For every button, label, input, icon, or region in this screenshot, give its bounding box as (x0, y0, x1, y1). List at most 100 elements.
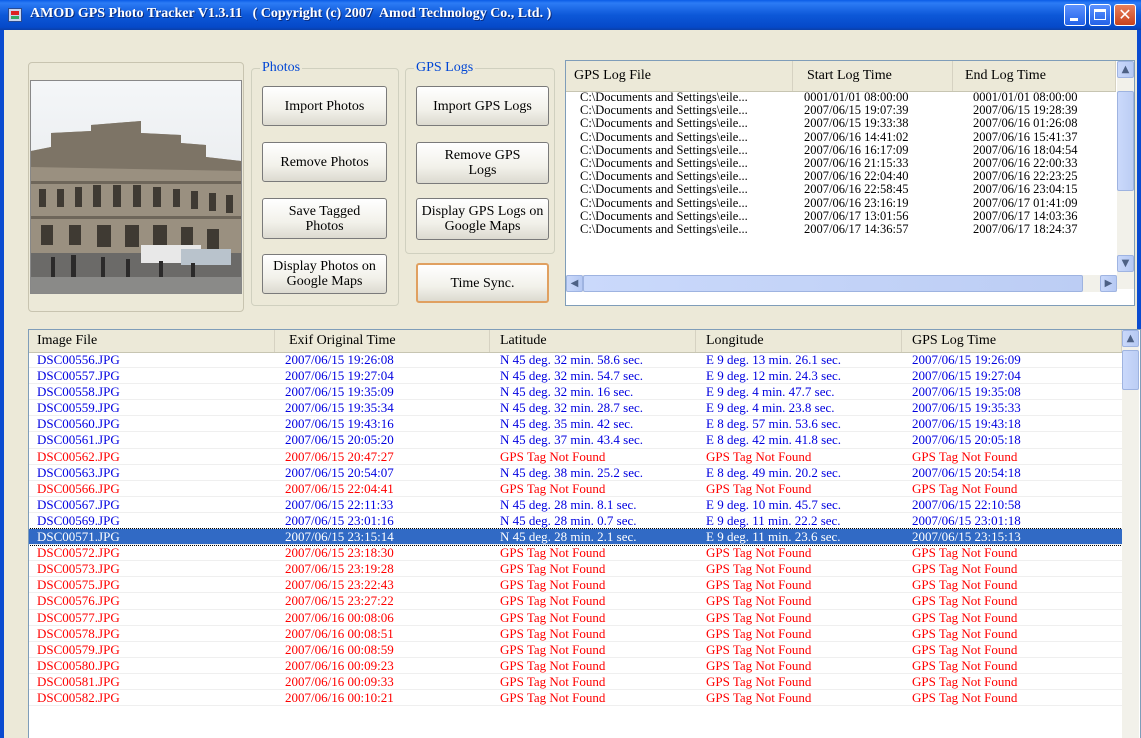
table-row[interactable]: DSC00558.JPG 2007/06/15 19:35:09 N 45 deg.… (29, 384, 1122, 401)
longitude-cell: E 8 deg. 49 min. 20.2 sec. (706, 464, 842, 480)
table-row[interactable]: DSC00579.JPG 2007/06/16 00:08:59 GPS Tag N… (29, 642, 1122, 658)
table-row[interactable]: DSC00559.JPG 2007/06/15 19:35:34 N 45 deg.… (29, 400, 1122, 417)
arrow-up-icon[interactable]: ▲ (1122, 330, 1139, 347)
gps-log-time-cell: GPS Tag Not Found (912, 577, 1018, 593)
table-row[interactable]: DSC00567.JPG 2007/06/15 22:11:33 N 45 deg.… (29, 497, 1122, 513)
gps-log-rows: C:\Documents and Settings\eile... 0001/01… (566, 91, 1116, 236)
gps-log-row[interactable]: C:\Documents and Settings\eile... 2007/06… (566, 223, 1116, 236)
gps-log-time-cell: 2007/06/15 20:54:18 (912, 464, 1021, 480)
display-gps-logs-google-maps-button[interactable]: Display GPS Logs on Google Maps (416, 198, 549, 240)
exif-time-cell: 2007/06/15 23:18:30 (285, 545, 394, 561)
gps-log-time-cell: GPS Tag Not Found (912, 657, 1018, 673)
table-row[interactable]: DSC00575.JPG 2007/06/15 23:22:43 GPS Tag N… (29, 577, 1122, 594)
title-bar[interactable]: AMOD GPS Photo Tracker V1.3.11 ( Copyrig… (0, 0, 1141, 30)
arrow-left-icon[interactable]: ◀ (566, 275, 583, 292)
exif-time-cell: 2007/06/16 00:08:59 (285, 641, 394, 657)
maximize-button[interactable] (1089, 4, 1111, 26)
gps-log-row[interactable]: C:\Documents and Settings\eile... 2007/06… (566, 117, 1116, 130)
gps-log-list[interactable]: GPS Log File Start Log Time End Log Time… (565, 60, 1135, 306)
gps-log-row[interactable]: C:\Documents and Settings\eile... 2007/06… (566, 131, 1116, 144)
table-row[interactable]: DSC00556.JPG 2007/06/15 19:26:08 N 45 deg.… (29, 352, 1122, 369)
remove-photos-button[interactable]: Remove Photos (262, 142, 387, 182)
gps-log-row[interactable]: C:\Documents and Settings\eile... 2007/06… (566, 210, 1116, 223)
start-log-time-cell: 2007/06/16 16:17:09 (804, 143, 909, 157)
close-button[interactable]: ✕ (1114, 4, 1136, 26)
column-header-gps-log-time[interactable]: GPS Log Time (902, 330, 1122, 352)
gps-log-row[interactable]: C:\Documents and Settings\eile... 2007/06… (566, 170, 1116, 183)
image-file-cell: DSC00558.JPG (37, 384, 120, 400)
import-gps-logs-button[interactable]: Import GPS Logs (416, 86, 549, 126)
image-list[interactable]: Image File Exif Original Time Latitude L… (28, 329, 1141, 738)
image-file-cell: DSC00559.JPG (37, 400, 120, 416)
column-header-image-file[interactable]: Image File (29, 330, 275, 352)
gps-log-row[interactable]: C:\Documents and Settings\eile... 0001/01… (566, 91, 1116, 104)
gps-log-row[interactable]: C:\Documents and Settings\eile... 2007/06… (566, 157, 1116, 170)
start-log-time-cell: 2007/06/16 21:15:33 (804, 156, 909, 170)
table-row[interactable]: DSC00563.JPG 2007/06/15 20:54:07 N 45 deg.… (29, 465, 1122, 481)
arrow-down-icon[interactable]: ▼ (1117, 255, 1134, 272)
minimize-button[interactable] (1064, 4, 1086, 26)
arrow-up-icon[interactable]: ▲ (1117, 61, 1134, 78)
gps-log-hscroll-thumb[interactable] (583, 275, 1083, 292)
end-log-time-cell: 2007/06/17 01:41:09 (973, 196, 1078, 210)
gps-log-scroll-thumb[interactable] (1117, 91, 1134, 191)
table-row-selected[interactable]: DSC00571.JPG 2007/06/15 23:15:14 N 45 deg.… (29, 528, 1123, 547)
import-photos-button[interactable]: Import Photos (262, 86, 387, 126)
table-row[interactable]: DSC00577.JPG 2007/06/16 00:08:06 GPS Tag N… (29, 610, 1122, 626)
photo-preview-image (31, 81, 241, 293)
minimize-icon (1070, 18, 1078, 21)
column-header-exif-original-time[interactable]: Exif Original Time (275, 330, 490, 352)
table-row[interactable]: DSC00562.JPG 2007/06/15 20:47:27 GPS Tag N… (29, 449, 1122, 465)
exif-time-cell: 2007/06/15 22:04:41 (285, 480, 394, 496)
gps-log-vertical-scrollbar[interactable]: ▲ ▼ (1117, 61, 1134, 289)
end-log-time-cell: 2007/06/16 22:23:25 (973, 170, 1078, 184)
image-file-cell: DSC00566.JPG (37, 480, 120, 496)
column-header-start-log-time[interactable]: Start Log Time (793, 61, 953, 91)
table-row[interactable]: DSC00578.JPG 2007/06/16 00:08:51 GPS Tag N… (29, 626, 1122, 642)
image-list-vertical-scrollbar[interactable]: ▲ (1122, 330, 1139, 738)
gps-log-row[interactable]: C:\Documents and Settings\eile... 2007/06… (566, 197, 1116, 210)
gps-log-file-cell: C:\Documents and Settings\eile... (580, 183, 748, 197)
table-row[interactable]: DSC00581.JPG 2007/06/16 00:09:33 GPS Tag N… (29, 674, 1122, 690)
time-sync-button[interactable]: Time Sync. (416, 263, 549, 303)
table-row[interactable]: DSC00576.JPG 2007/06/15 23:27:22 GPS Tag N… (29, 593, 1122, 610)
gps-log-file-cell: C:\Documents and Settings\eile... (580, 130, 748, 144)
longitude-cell: E 9 deg. 12 min. 24.3 sec. (706, 368, 842, 384)
app-icon[interactable] (8, 8, 22, 22)
longitude-cell: GPS Tag Not Found (706, 545, 812, 561)
latitude-cell: GPS Tag Not Found (500, 641, 606, 657)
table-row[interactable]: DSC00566.JPG 2007/06/15 22:04:41 GPS Tag N… (29, 481, 1122, 497)
image-rows: DSC00556.JPG 2007/06/15 19:26:08 N 45 deg.… (29, 352, 1123, 707)
exif-time-cell: 2007/06/16 00:08:51 (285, 625, 394, 641)
longitude-cell: GPS Tag Not Found (706, 561, 812, 577)
display-photos-google-maps-label: Display Photos on Google Maps (273, 259, 376, 289)
table-row[interactable]: DSC00582.JPG 2007/06/16 00:10:21 GPS Tag N… (29, 690, 1122, 707)
image-list-header: Image File Exif Original Time Latitude L… (29, 330, 1122, 353)
gps-log-row[interactable]: C:\Documents and Settings\eile... 2007/06… (566, 183, 1116, 196)
table-row[interactable]: DSC00569.JPG 2007/06/15 23:01:16 N 45 deg.… (29, 513, 1122, 530)
latitude-cell: GPS Tag Not Found (500, 593, 606, 609)
longitude-cell: GPS Tag Not Found (706, 657, 812, 673)
display-photos-google-maps-button[interactable]: Display Photos on Google Maps (262, 254, 387, 294)
table-row[interactable]: DSC00573.JPG 2007/06/15 23:19:28 GPS Tag N… (29, 561, 1122, 578)
exif-time-cell: 2007/06/15 23:22:43 (285, 577, 394, 593)
image-list-scroll-thumb[interactable] (1122, 350, 1139, 390)
latitude-cell: N 45 deg. 32 min. 16 sec. (500, 384, 634, 400)
end-log-time-cell: 0001/01/01 08:00:00 (973, 91, 1078, 104)
column-header-longitude[interactable]: Longitude (696, 330, 902, 352)
table-row[interactable]: DSC00572.JPG 2007/06/15 23:18:30 GPS Tag N… (29, 545, 1122, 562)
remove-gps-logs-button[interactable]: Remove GPS Logs (416, 142, 549, 184)
column-header-latitude[interactable]: Latitude (490, 330, 696, 352)
table-row[interactable]: DSC00561.JPG 2007/06/15 20:05:20 N 45 deg.… (29, 432, 1122, 449)
table-row[interactable]: DSC00560.JPG 2007/06/15 19:43:16 N 45 deg.… (29, 416, 1122, 433)
gps-log-row[interactable]: C:\Documents and Settings\eile... 2007/06… (566, 104, 1116, 117)
column-header-gps-log-file[interactable]: GPS Log File (566, 61, 793, 91)
table-row[interactable]: DSC00580.JPG 2007/06/16 00:09:23 GPS Tag N… (29, 658, 1122, 674)
save-tagged-photos-button[interactable]: Save Tagged Photos (262, 198, 387, 239)
table-row[interactable]: DSC00557.JPG 2007/06/15 19:27:04 N 45 deg.… (29, 368, 1122, 385)
arrow-right-icon[interactable]: ▶ (1100, 275, 1117, 292)
gps-log-row[interactable]: C:\Documents and Settings\eile... 2007/06… (566, 144, 1116, 157)
column-header-end-log-time[interactable]: End Log Time (953, 61, 1116, 91)
gps-log-horizontal-scrollbar[interactable]: ◀ ▶ (566, 275, 1117, 292)
image-file-cell: DSC00567.JPG (37, 496, 120, 512)
